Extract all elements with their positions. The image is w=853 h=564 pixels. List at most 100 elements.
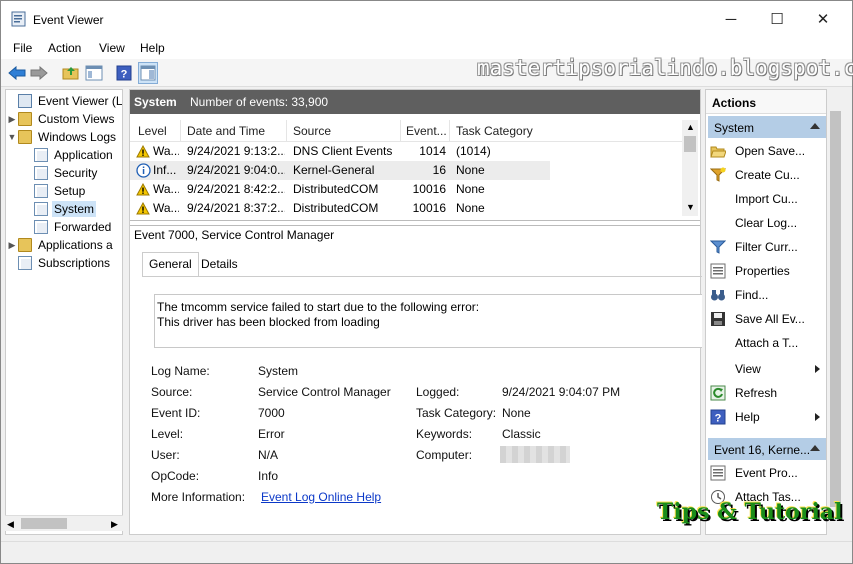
scroll-left-icon[interactable]: ◀ xyxy=(7,519,14,530)
action-view-menu[interactable]: View xyxy=(710,358,826,380)
column-separator[interactable] xyxy=(400,120,401,142)
properties-icon xyxy=(710,263,726,279)
open-folder-icon xyxy=(710,146,726,158)
event-id-value: 7000 xyxy=(258,406,285,420)
tree-label: Forwarded xyxy=(54,220,112,234)
opcode-value: Info xyxy=(258,469,279,483)
action-clear-log[interactable]: Clear Log... xyxy=(710,212,826,234)
action-label: Event Pro... xyxy=(735,466,798,480)
tab-details[interactable]: Details xyxy=(194,252,245,274)
column-separator[interactable] xyxy=(180,120,181,142)
close-button[interactable]: ✕ xyxy=(800,1,846,37)
action-label: Help xyxy=(735,410,760,424)
svg-text:?: ? xyxy=(121,69,128,81)
table-row[interactable]: Wa... 9/24/2021 9:13:2... DNS Client Eve… xyxy=(130,142,682,161)
menu-action[interactable]: Action xyxy=(48,41,81,55)
tree-item-application[interactable]: Application xyxy=(34,146,122,164)
event-message-box[interactable]: The tmcomm service failed to start due t… xyxy=(154,294,702,348)
collapse-icon[interactable] xyxy=(810,445,820,451)
event-viewer-window: Event Viewer ─ ☐ ✕ File Action View Help… xyxy=(0,0,853,564)
log-icon xyxy=(34,184,48,198)
back-button[interactable] xyxy=(7,62,27,84)
cell-event-id: 1014 xyxy=(419,144,446,158)
scroll-thumb[interactable] xyxy=(21,518,67,529)
information-icon xyxy=(136,163,151,178)
chevron-right-icon[interactable]: ▶ xyxy=(6,114,18,125)
action-filter-current-log[interactable]: Filter Curr... xyxy=(710,236,826,258)
scroll-right-icon[interactable]: ▶ xyxy=(111,519,118,530)
blank-icon xyxy=(710,361,726,377)
action-help-menu[interactable]: ? Help xyxy=(710,406,826,428)
scroll-down-icon[interactable]: ▼ xyxy=(686,202,695,212)
menu-view[interactable]: View xyxy=(99,41,125,55)
source-value: Service Control Manager xyxy=(258,385,391,399)
menu-file[interactable]: File xyxy=(13,41,32,55)
column-source[interactable]: Source xyxy=(293,124,331,138)
tree-item-subscriptions[interactable]: Subscriptions xyxy=(6,254,122,272)
action-open-saved-log[interactable]: Open Save... xyxy=(710,140,826,162)
cell-event-id: 10016 xyxy=(412,182,446,196)
scroll-thumb[interactable] xyxy=(684,136,696,152)
action-label: Filter Curr... xyxy=(735,240,798,254)
minimize-button[interactable]: ─ xyxy=(708,1,754,37)
column-event-id[interactable]: Event... xyxy=(406,124,447,138)
actions-section-system[interactable]: System xyxy=(708,116,826,138)
tree-horizontal-scrollbar[interactable]: ◀ ▶ xyxy=(5,515,123,531)
tree-item-windows-logs[interactable]: ▼ Windows Logs xyxy=(6,128,122,146)
folder-up-icon xyxy=(62,67,79,80)
actions-scroll-thumb[interactable] xyxy=(830,111,841,507)
console-tree-icon xyxy=(85,65,103,81)
warning-icon xyxy=(136,145,150,158)
warning-icon xyxy=(136,202,150,215)
column-separator[interactable] xyxy=(449,120,450,142)
table-row[interactable]: Wa... 9/24/2021 8:42:2... DistributedCOM… xyxy=(130,180,682,199)
tree-item-forwarded[interactable]: Forwarded xyxy=(34,218,122,236)
tab-general[interactable]: General xyxy=(142,252,199,277)
actions-header: Actions xyxy=(706,90,826,114)
save-disk-icon xyxy=(711,312,725,326)
show-hide-tree-button[interactable] xyxy=(84,62,104,84)
menu-help[interactable]: Help xyxy=(140,41,165,55)
actions-section-event[interactable]: Event 16, Kerne... xyxy=(708,438,826,460)
event-detail-title: Event 7000, Service Control Manager xyxy=(134,228,335,242)
up-folder-button[interactable] xyxy=(61,62,81,84)
action-find[interactable]: Find... xyxy=(710,284,826,306)
action-event-properties[interactable]: Event Pro... xyxy=(710,462,826,484)
actions-pane: Actions System Open Save... Create Cu...… xyxy=(705,89,827,535)
action-attach-task[interactable]: Attach a T... xyxy=(710,332,826,354)
cell-date: 9/24/2021 8:37:2... xyxy=(187,201,285,215)
action-pane-icon xyxy=(140,65,156,81)
column-task-category[interactable]: Task Category xyxy=(456,124,533,138)
show-action-pane-button[interactable] xyxy=(138,62,158,84)
maximize-button[interactable]: ☐ xyxy=(754,1,800,37)
action-refresh[interactable]: Refresh xyxy=(710,382,826,404)
tree-item-security[interactable]: Security xyxy=(34,164,122,182)
cell-source: DistributedCOM xyxy=(293,201,379,215)
column-date-time[interactable]: Date and Time xyxy=(187,124,265,138)
action-create-custom-view[interactable]: Create Cu... xyxy=(710,164,826,186)
column-level[interactable]: Level xyxy=(138,124,167,138)
tree-item-event-viewer-local[interactable]: Event Viewer (Loc xyxy=(6,92,122,110)
forward-arrow-icon xyxy=(30,66,48,80)
action-properties[interactable]: Properties xyxy=(710,260,826,282)
console-tree: Event Viewer (Loc ▶ Custom Views ▼ Windo… xyxy=(5,89,123,535)
chevron-down-icon[interactable]: ▼ xyxy=(6,132,18,142)
collapse-icon[interactable] xyxy=(810,123,820,129)
table-row[interactable]: Wa... 9/24/2021 8:37:2... DistributedCOM… xyxy=(130,199,682,216)
table-row[interactable]: Inf... 9/24/2021 9:04:0... Kernel-Genera… xyxy=(130,161,550,180)
chevron-right-icon[interactable]: ▶ xyxy=(6,240,18,251)
tree-item-custom-views[interactable]: ▶ Custom Views xyxy=(6,110,122,128)
action-save-all-events[interactable]: Save All Ev... xyxy=(710,308,826,330)
tree-item-system[interactable]: System xyxy=(34,200,122,218)
splitter[interactable] xyxy=(130,225,700,226)
level-label: Level: xyxy=(151,427,184,441)
event-log-online-help-link[interactable]: Event Log Online Help xyxy=(261,490,381,504)
scroll-up-icon[interactable]: ▲ xyxy=(686,122,695,132)
tree-item-setup[interactable]: Setup xyxy=(34,182,122,200)
tree-item-applications-and-services[interactable]: ▶ Applications a xyxy=(6,236,122,254)
help-toolbar-button[interactable]: ? xyxy=(114,62,134,84)
column-separator[interactable] xyxy=(286,120,287,142)
forward-button[interactable] xyxy=(29,62,49,84)
action-import-custom-view[interactable]: Import Cu... xyxy=(710,188,826,210)
events-vertical-scrollbar[interactable]: ▲ ▼ xyxy=(682,120,698,216)
